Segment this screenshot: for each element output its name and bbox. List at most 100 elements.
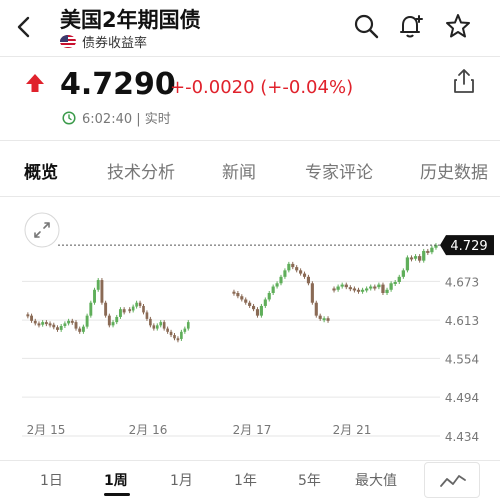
candle-body [74,322,78,329]
range-1m[interactable]: 1月 [170,470,193,490]
candle-body [232,291,236,294]
candle-body [33,320,37,324]
candle-body [118,309,122,317]
candle-body [176,338,180,341]
candle-body [287,263,291,271]
candle-body [356,289,361,292]
tab-historical-data[interactable]: 历史数据 [420,158,488,183]
candle-body [131,306,135,311]
candle-body [385,289,389,293]
candle-body [299,270,303,274]
candle-body [318,315,322,319]
last-price-tag-text: 4.729 [450,239,487,254]
x-tick-label: 2月 17 [233,423,272,437]
candle-body [291,263,295,268]
candle-body [26,314,30,317]
range-5y[interactable]: 5年 [298,470,321,490]
candle-body [348,287,352,290]
candle-body [41,322,45,325]
price-change: +-0.0020 (+-0.04%) [170,77,354,98]
up-arrow-icon [26,74,44,92]
candle-body [332,288,336,291]
candle-body [259,305,263,316]
chart-candles [26,243,438,343]
candle-body [145,312,149,319]
tab-expert-comments[interactable]: 专家评论 [305,158,373,183]
candle-body [56,327,59,330]
candle-body [263,299,267,306]
price-chart: 4.673 4.613 4.554 4.494 4.434 2月 15 2月 16 2月 1… [0,208,500,458]
candle-body [100,280,104,303]
y-tick-label: 4.673 [445,275,479,289]
candle-body [70,320,74,323]
candle-body [422,250,426,261]
candle-body [142,305,145,313]
expand-chart-button[interactable] [24,212,60,248]
candle-body [326,318,330,321]
y-tick-label: 4.554 [445,352,479,366]
candle-body [360,289,365,292]
quote-divider [0,140,500,141]
candle-body [63,323,67,326]
quote-time: 6:02:40 | 实时 [62,108,171,127]
clock-icon [62,110,76,125]
candle-body [67,320,71,324]
candle-body [405,257,410,271]
search-icon[interactable] [352,12,380,40]
candle-body [252,305,256,310]
subtitle-text: 债券收益率 [82,36,148,51]
chart-y-axis: 4.673 4.613 4.554 4.494 4.434 [445,275,479,444]
candle-body [283,270,287,277]
add-alert-bell-icon[interactable] [397,12,425,40]
range-selector: 1日 1周 1月 1年 5年 最大值 [0,460,500,498]
candle-body [295,267,299,271]
candle-body [107,315,111,326]
candle-body [302,273,307,277]
chart-type-button[interactable] [424,462,480,498]
candle-body [279,276,283,284]
candle-body [344,284,348,288]
tab-technical-analysis[interactable]: 技术分析 [107,158,175,183]
header-divider [0,56,500,57]
candle-body [409,257,414,260]
tab-news[interactable]: 新闻 [222,158,256,183]
page-title: 美国2年期国债 [60,8,201,32]
quote-panel: 4.7290 +-0.0020 (+-0.04%) 6:02:40 | 实时 [0,64,500,134]
candle-body [128,309,132,312]
candle-body [104,302,108,316]
candle-body [48,323,52,326]
header: 美国2年期国债 债券收益率 [0,0,500,56]
candle-body [135,302,138,307]
candle-body [306,276,310,284]
candle-body [155,325,159,329]
range-max[interactable]: 最大值 [355,470,397,490]
candle-body [37,323,41,326]
candle-body [111,322,115,326]
y-tick-label: 4.434 [445,430,479,444]
y-tick-label: 4.613 [445,314,479,328]
candle-body [183,328,187,332]
range-1w[interactable]: 1周 [104,470,128,490]
candle-body [115,316,119,323]
tabs-divider [0,196,500,197]
x-tick-label: 2月 15 [27,423,66,437]
candle-body [240,296,244,300]
candle-body [381,284,385,293]
candle-body [169,331,173,336]
candle-body [352,288,357,291]
candle-body [30,315,34,321]
candle-body [81,326,85,332]
star-icon[interactable] [444,12,472,40]
range-1d[interactable]: 1日 [40,470,63,490]
candle-body [389,283,393,290]
back-arrow-icon[interactable] [10,12,40,42]
candle-body [236,293,240,297]
share-icon[interactable] [452,68,476,94]
candle-body [162,322,166,329]
tab-overview[interactable]: 概览 [24,158,58,183]
candle-body [397,276,401,282]
candle-body [85,315,89,327]
range-1y[interactable]: 1年 [234,470,257,490]
active-range-indicator [104,493,130,496]
candle-body [413,256,418,259]
